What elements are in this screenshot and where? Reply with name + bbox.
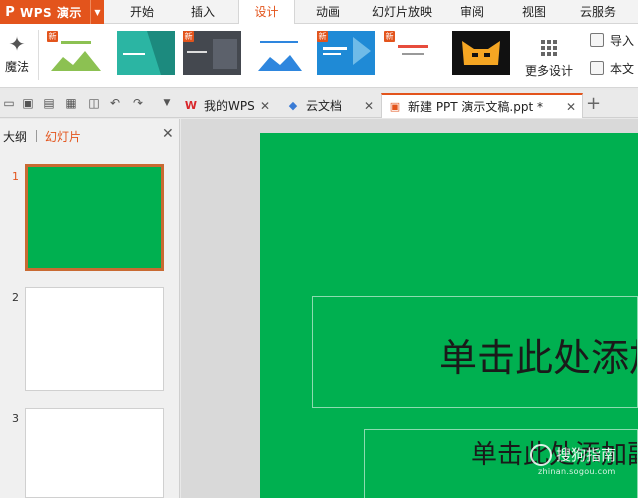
menu-animation[interactable]: 动画 [305, 0, 351, 24]
wps-logo-icon: P [5, 4, 15, 20]
tab-cloud-doc[interactable]: ◆ 云文档 ✕ [280, 93, 380, 118]
import-template-button[interactable]: 导入 [590, 30, 634, 50]
title-placeholder[interactable]: 单击此处添加标题 [312, 296, 638, 408]
text-button[interactable]: 本文 [590, 58, 634, 78]
magic-label: 魔法 [4, 60, 29, 74]
more-design-label: 更多设计 [524, 64, 573, 78]
import-label: 导入 [610, 33, 635, 48]
new-badge: 新 [183, 31, 194, 42]
theme-thumbnail-6[interactable]: 新 [384, 31, 442, 75]
design-ribbon: ✦ 魔法 新 新 新 新 更多设计 导入 本文 [0, 24, 638, 88]
theme-4-preview [250, 31, 308, 75]
sogou-watermark: 搜狗指南 zhinan.sogou.com [524, 442, 634, 478]
magic-button[interactable]: ✦ 魔法 [0, 26, 34, 86]
dropdown-icon[interactable]: ▼ [160, 96, 174, 110]
new-tab-plus-icon[interactable]: + [586, 95, 601, 113]
slide-number: 1 [12, 170, 19, 183]
save-icon[interactable]: ▣ [21, 96, 35, 110]
export-pdf-icon[interactable]: ▤ [42, 96, 56, 110]
panel-tabs: 大纲 幻灯片 ✕ [0, 119, 180, 151]
slide-thumbnail-1[interactable] [25, 164, 164, 271]
text-icon [590, 61, 604, 75]
new-badge: 新 [317, 31, 328, 42]
slide-thumbnail-3[interactable] [25, 408, 164, 498]
tab-outline[interactable]: 大纲 [3, 128, 27, 145]
close-icon[interactable]: ✕ [162, 126, 174, 142]
print-icon[interactable]: ▦ [64, 96, 78, 110]
panel-tab-divider [36, 130, 37, 142]
redo-icon[interactable]: ↷ [131, 96, 145, 110]
theme-7-preview [452, 31, 510, 75]
menu-start[interactable]: 开始 [117, 0, 167, 24]
tab-slides[interactable]: 幻灯片 [45, 128, 81, 145]
slide-number: 3 [12, 412, 19, 425]
new-badge: 新 [384, 31, 395, 42]
import-icon [590, 33, 604, 47]
wps-icon: W [184, 99, 198, 112]
menu-insert[interactable]: 插入 [178, 0, 228, 24]
menu-view[interactable]: 视图 [514, 0, 554, 24]
ppt-icon: ▣ [389, 100, 401, 113]
open-icon[interactable]: ▭ [2, 96, 16, 110]
theme-thumbnail-7[interactable] [452, 31, 510, 75]
tab-label: 新建 PPT 演示文稿.ppt * [408, 100, 544, 114]
watermark-url: zhinan.sogou.com [538, 467, 616, 476]
more-design-button[interactable]: 更多设计 [518, 28, 580, 84]
theme-2-preview [117, 31, 175, 75]
theme-thumbnail-4[interactable] [250, 31, 308, 75]
menu-slideshow[interactable]: 幻灯片放映 [364, 0, 440, 24]
tab-label: 云文档 [306, 99, 343, 113]
text-label: 本文 [610, 61, 635, 76]
menu-bar: P WPS 演示 ▼ 开始 插入 设计 动画 幻灯片放映 审阅 视图 云服务 [0, 0, 638, 25]
app-name: WPS 演示 [20, 5, 82, 20]
theme-thumbnail-5[interactable]: 新 [317, 31, 375, 75]
sogou-logo-icon [530, 444, 552, 466]
undo-icon[interactable]: ↶ [108, 96, 122, 110]
chevron-down-icon[interactable]: ▼ [90, 0, 104, 24]
close-icon[interactable]: ✕ [260, 99, 270, 113]
new-badge: 新 [47, 31, 58, 42]
menu-cloud[interactable]: 云服务 [572, 0, 624, 24]
slide-thumbnail-2[interactable] [25, 287, 164, 391]
theme-thumbnail-2[interactable] [117, 31, 175, 75]
magic-wand-icon: ✦ [8, 32, 26, 56]
theme-thumbnail-1[interactable]: 新 [47, 31, 105, 75]
close-icon[interactable]: ✕ [364, 99, 374, 113]
watermark-text: 搜狗指南 [556, 446, 617, 464]
cloud-doc-icon: ◆ [288, 99, 298, 112]
tab-my-wps[interactable]: W 我的WPS ✕ [178, 93, 276, 118]
tab-label: 我的WPS [204, 99, 255, 113]
menu-design[interactable]: 设计 [238, 0, 295, 25]
slide-number: 2 [12, 291, 19, 304]
theme-thumbnail-3[interactable]: 新 [183, 31, 241, 75]
ribbon-divider [38, 30, 39, 80]
menu-review[interactable]: 审阅 [452, 0, 492, 24]
grid-icon [541, 40, 557, 56]
title-placeholder-text: 单击此处添加标题 [439, 336, 637, 380]
print-preview-icon[interactable]: ◫ [87, 96, 101, 110]
close-icon[interactable]: ✕ [566, 100, 576, 114]
slide-panel: 大纲 幻灯片 ✕ 1 2 3 [0, 119, 180, 498]
quick-access-toolbar: ▭ ▣ ▤ ▦ ◫ ↶ ↷ ▼ W 我的WPS ✕ ◆ 云文档 ✕ ▣ 新建 P… [0, 90, 638, 118]
wps-app-button[interactable]: P WPS 演示 ▼ [0, 0, 104, 24]
tab-new-ppt[interactable]: ▣ 新建 PPT 演示文稿.ppt * ✕ [381, 93, 583, 118]
